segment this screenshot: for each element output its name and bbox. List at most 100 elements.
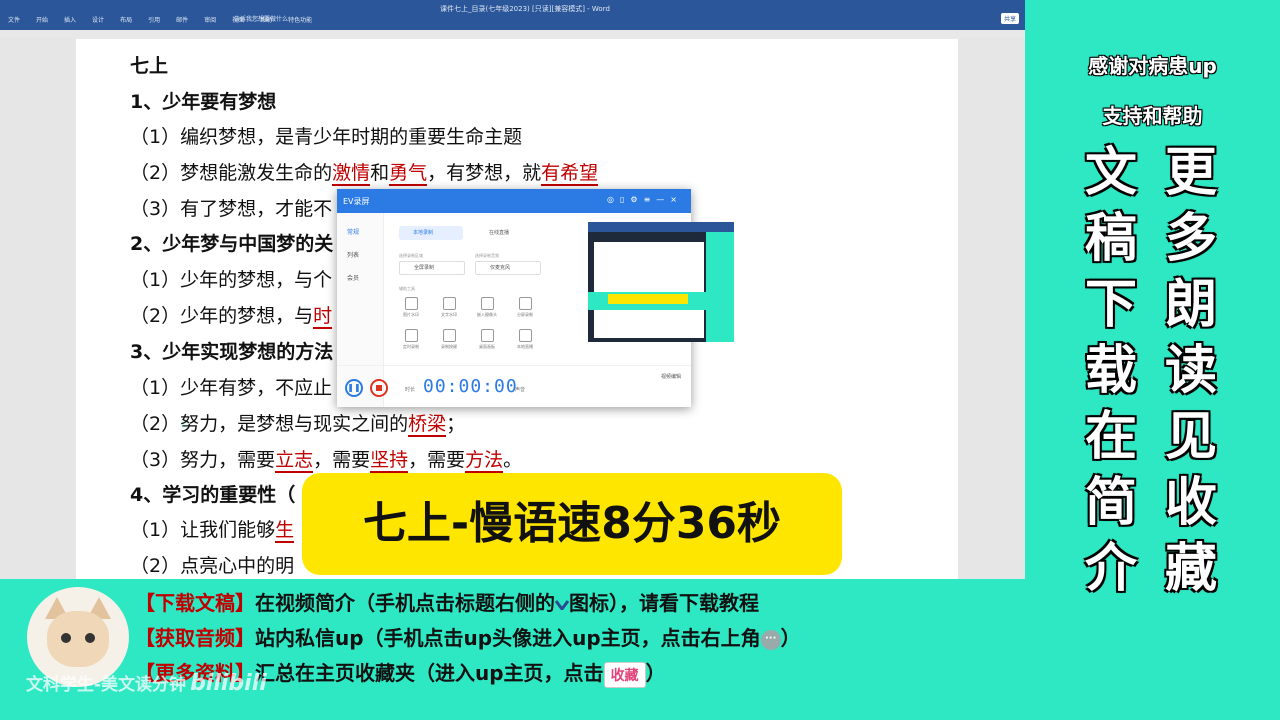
tool-camera[interactable]: 嵌入摄像头 (469, 297, 505, 318)
audio-select[interactable]: 仅麦克风 (475, 261, 541, 275)
text-run: 1、少年要有梦想 (130, 91, 277, 113)
more-dots-icon: ··· (760, 629, 781, 650)
ribbon-tab[interactable]: 引用 (148, 17, 160, 24)
keyword-highlight: 方法 (465, 449, 504, 473)
doc-heading: 2、少年梦与中国梦的关 (130, 229, 333, 256)
doc-heading: 4、学习的重要性（ (130, 480, 295, 507)
vertical-char: 在 (1084, 407, 1137, 467)
tool-image-watermark[interactable]: 图片水印 (393, 297, 429, 318)
ribbon-tab[interactable]: 布局 (120, 17, 132, 24)
text-run: （1）少年的梦想，与个 (130, 269, 333, 291)
text-run: 2、少年梦与中国梦的关 (130, 233, 334, 255)
vertical-char: 文 (1084, 143, 1137, 203)
text-run: （1）少年有梦，不应止 (130, 377, 333, 399)
tool-board[interactable]: 桌面画板 (469, 329, 505, 350)
text-run: ，需要 (313, 449, 371, 471)
tell-me-search[interactable]: 告诉我您想要做什么 (234, 14, 288, 23)
ev-sidebar-item-member[interactable]: 会员 (337, 259, 383, 282)
text-run: 和 (370, 162, 390, 184)
text-run: （3）有了梦想，才能不 (130, 198, 333, 220)
record-timer: 00:00:00 (423, 376, 518, 397)
vertical-char: 稿 (1084, 209, 1137, 269)
vertical-char: 收 (1164, 473, 1217, 533)
vertical-text-more: 更多朗读见收藏 (1161, 140, 1221, 602)
stop-button[interactable] (370, 379, 388, 397)
doc-paragraph: （3）努力，需要立志，需要坚持，需要方法。 (130, 445, 522, 473)
right-panel: 感谢对病患up 支持和帮助 文稿下载在简介 更多朗读见收藏 (1025, 0, 1280, 720)
keyword-highlight: 生 (275, 519, 295, 543)
tool-split[interactable]: 分屏录制 (507, 297, 543, 318)
area-label: 选择录制区域 (399, 253, 423, 258)
bilibili-logo: bilibili (190, 671, 267, 696)
tool-text-watermark[interactable]: 文字水印 (431, 297, 467, 318)
monitor-icon (518, 329, 532, 342)
doc-paragraph: （1）让我们能够生 (130, 515, 295, 543)
window-title: 课件七上_目录(七年级2023) [只读][兼容模式] - Word (440, 5, 610, 13)
channel-brand: 文科学生-美文读分钟 bilibili (26, 671, 267, 696)
share-button[interactable]: 共享 (1000, 13, 1019, 24)
ribbon-tab[interactable]: 设计 (92, 17, 104, 24)
thanks-line: 感谢对病患up (1088, 54, 1217, 78)
bottom-info-bar: 【下载文稿】在视频简介（手机点击标题右侧的 图标），请看下载教程 【获取音频】站内… (0, 579, 1025, 720)
download-info: 【下载文稿】在视频简介（手机点击标题右侧的 图标），请看下载教程 (135, 591, 759, 615)
keyword-highlight: 坚持 (370, 449, 409, 473)
text-run: （2）梦想能激发生命的 (130, 162, 333, 184)
keyword-highlight: 勇气 (389, 162, 428, 186)
audio-info: 【获取音频】站内私信up（手机点击up头像进入up主页，点击右上角 ···） (135, 626, 801, 650)
ev-sidebar-item-list[interactable]: 列表 (337, 236, 383, 259)
doc-paragraph: （2）点亮心中的明 (130, 551, 294, 578)
keyword-highlight: 立志 (275, 449, 314, 473)
vertical-char: 读 (1164, 341, 1217, 401)
keyword-highlight: 有希望 (541, 162, 599, 186)
doc-paragraph: （1）少年的梦想，与个 (130, 265, 332, 292)
timer-label: 时长 (405, 387, 416, 393)
doc-paragraph: （3）有了梦想，才能不 (130, 194, 332, 221)
keyword-highlight: 时 (313, 305, 333, 329)
vertical-char: 简 (1084, 473, 1137, 533)
tool-timer[interactable]: 定时录制 (393, 329, 429, 350)
text-run: （3）努力，需要 (130, 449, 276, 471)
ribbon-tab[interactable]: 特色功能 (288, 17, 312, 24)
text-run: ； (446, 413, 466, 435)
pause-button[interactable]: ❚❚ (345, 379, 363, 397)
tools-label: 辅助工具 (399, 286, 415, 291)
image-icon (404, 297, 418, 310)
vertical-char: 朗 (1164, 275, 1217, 335)
vertical-char: 下 (1084, 275, 1137, 335)
ev-recorder-window[interactable]: EV录屏 ◎▯⚙≡—× 常规 列表 会员 本地录制 在线直播 选择录制区域 全屏… (337, 189, 734, 407)
board-icon (480, 329, 494, 342)
split-icon (518, 297, 532, 310)
text-run: （2）少年的梦想，与 (130, 305, 314, 327)
ribbon-tab[interactable]: 文件 (8, 17, 20, 24)
tool-live[interactable]: 本地直播 (507, 329, 543, 350)
doc-paragraph: （1）少年有梦，不应止 (130, 373, 332, 400)
ev-titlebar: EV录屏 ◎▯⚙≡—× (337, 189, 691, 213)
area-select[interactable]: 全屏录制 (399, 261, 465, 275)
ruler (0, 30, 1025, 39)
doc-paragraph: （2）努力，是梦想与现实之间的桥梁； (130, 409, 466, 437)
ev-sidebar-item-general[interactable]: 常规 (337, 213, 383, 236)
text-run: （1）编织梦想，是青少年时期的重要生命主题 (130, 126, 523, 148)
chevron-down-icon (555, 600, 569, 610)
ribbon-tab[interactable]: 审阅 (204, 17, 216, 24)
local-record-tab[interactable]: 本地录制 (399, 226, 463, 240)
window-controls[interactable]: ◎▯⚙≡—× (607, 195, 683, 204)
text-run: 4、学习的重要性（ (130, 484, 296, 506)
title-banner: 七上-慢语速8分36秒 (302, 473, 842, 575)
live-stream-tab[interactable]: 在线直播 (475, 226, 539, 240)
vertical-char: 见 (1164, 407, 1217, 467)
ribbon-tab[interactable]: 插入 (64, 17, 76, 24)
tool-keys[interactable]: 录制按键 (431, 329, 467, 350)
clock-icon (404, 329, 418, 342)
text-run: ，有梦想，就 (427, 162, 542, 184)
audio-label: 选择录制音频 (475, 253, 499, 258)
ribbon-tab[interactable]: 开始 (36, 17, 48, 24)
keyword-highlight: 激情 (332, 162, 371, 186)
stop-icon (376, 385, 382, 391)
doc-heading: 七上 (130, 51, 168, 78)
ev-app-name: EV录屏 (343, 197, 370, 206)
screen-preview (588, 222, 734, 342)
ribbon-tab[interactable]: 邮件 (176, 17, 188, 24)
text-run: （2）点亮心中的明 (130, 555, 295, 577)
keyboard-icon (442, 329, 456, 342)
